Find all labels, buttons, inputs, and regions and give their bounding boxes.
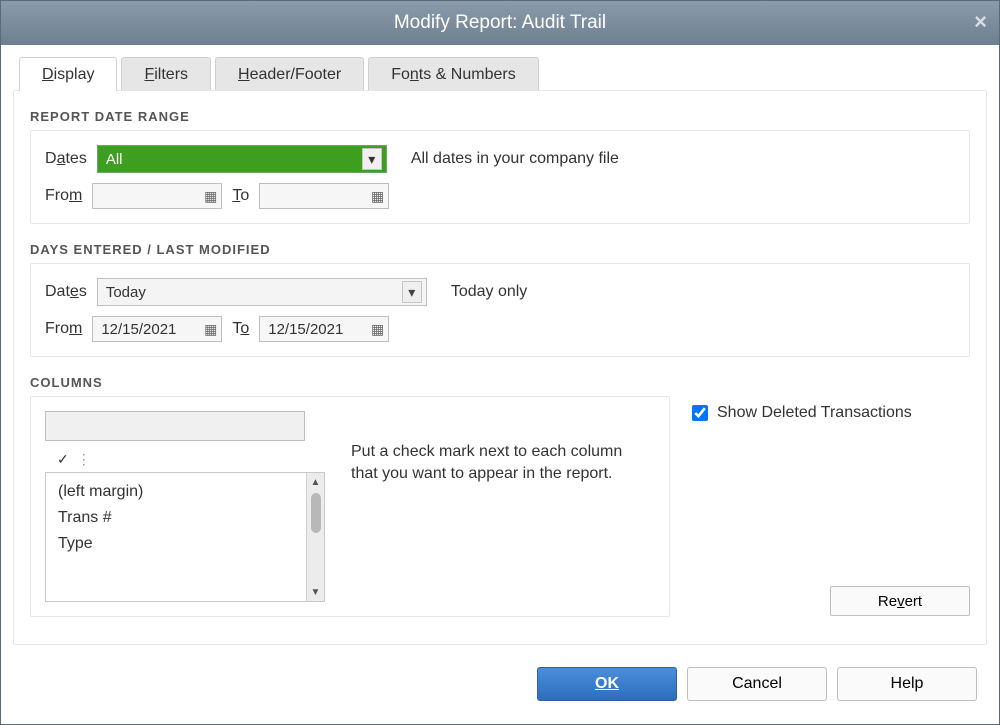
columns-check-header: ✓ ⋮ — [45, 451, 325, 468]
show-deleted-checkbox[interactable]: Show Deleted Transactions — [688, 402, 970, 424]
columns-label: COLUMNS — [30, 375, 970, 390]
dates-dropdown[interactable]: All ▾ — [97, 145, 387, 173]
report-date-range-label: REPORT DATE RANGE — [30, 109, 970, 124]
dates2-dropdown[interactable]: Today ▾ — [97, 278, 427, 306]
revert-button[interactable]: Revert — [830, 586, 970, 616]
cancel-button[interactable]: Cancel — [687, 667, 827, 701]
show-deleted-input[interactable] — [692, 405, 708, 421]
scrollbar[interactable]: ▲ ▼ — [306, 473, 324, 601]
to2-label: To — [232, 320, 249, 338]
list-item[interactable]: Type — [54, 531, 298, 557]
help-button[interactable]: Help — [837, 667, 977, 701]
right-column: Show Deleted Transactions Revert — [688, 396, 970, 616]
from2-date-input[interactable]: 12/15/2021 ▦ — [92, 316, 222, 342]
columns-group: ✓ ⋮ (left margin) Trans # Type — [30, 396, 670, 617]
report-date-range-group: Dates All ▾ All dates in your company fi… — [30, 130, 970, 224]
display-panel: REPORT DATE RANGE Dates All ▾ All dates … — [13, 90, 987, 645]
dates2-description: Today only — [451, 283, 528, 301]
tab-display[interactable]: Display — [19, 57, 117, 91]
chevron-down-icon: ▾ — [362, 148, 382, 170]
list-item[interactable]: Trans # — [54, 505, 298, 531]
client-area: Display Filters Header/Footer Fonts & Nu… — [1, 45, 999, 724]
columns-list-items: (left margin) Trans # Type — [46, 473, 306, 601]
to-date-input[interactable]: ▦ — [259, 183, 389, 209]
columns-hint: Put a check mark next to each column tha… — [351, 441, 651, 486]
show-deleted-label: Show Deleted Transactions — [717, 404, 912, 422]
from2-date-value: 12/15/2021 — [101, 321, 176, 338]
days-entered-group: Dates Today ▾ Today only From 12/15/2021… — [30, 263, 970, 357]
to2-date-value: 12/15/2021 — [268, 321, 343, 338]
tab-fonts-numbers[interactable]: Fonts & Numbers — [368, 57, 539, 91]
section-columns: COLUMNS ✓ ⋮ — [30, 375, 970, 617]
check-icon: ✓ — [57, 451, 69, 468]
days-entered-label: DAYS ENTERED / LAST MODIFIED — [30, 242, 970, 257]
from-label: From — [45, 187, 82, 205]
tab-header-footer[interactable]: Header/Footer — [215, 57, 364, 91]
tab-filters[interactable]: Filters — [121, 57, 211, 91]
calendar-icon[interactable]: ▦ — [371, 321, 384, 338]
section-report-date-range: REPORT DATE RANGE Dates All ▾ All dates … — [30, 109, 970, 224]
to-label: To — [232, 187, 249, 205]
ok-button[interactable]: OK — [537, 667, 677, 701]
to2-date-input[interactable]: 12/15/2021 ▦ — [259, 316, 389, 342]
chevron-down-icon: ▾ — [402, 281, 422, 303]
titlebar: Modify Report: Audit Trail × — [1, 1, 999, 45]
scroll-up-icon[interactable]: ▲ — [307, 473, 324, 491]
calendar-icon[interactable]: ▦ — [371, 188, 384, 205]
dates2-label: Dates — [45, 283, 87, 301]
window-title: Modify Report: Audit Trail — [394, 12, 606, 34]
list-item[interactable]: (left margin) — [54, 479, 298, 505]
scroll-thumb[interactable] — [311, 493, 321, 533]
dates-label: Dates — [45, 150, 87, 168]
scroll-down-icon[interactable]: ▼ — [307, 583, 324, 601]
columns-listbox[interactable]: (left margin) Trans # Type ▲ ▼ — [45, 472, 325, 602]
close-icon[interactable]: × — [974, 11, 987, 33]
tabs: Display Filters Header/Footer Fonts & Nu… — [19, 57, 987, 91]
calendar-icon[interactable]: ▦ — [204, 321, 217, 338]
dates-description: All dates in your company file — [411, 150, 619, 168]
from2-label: From — [45, 320, 82, 338]
modify-report-window: Modify Report: Audit Trail × Display Fil… — [0, 0, 1000, 725]
dots-icon: ⋮ — [77, 451, 92, 468]
dates2-dropdown-value: Today — [106, 284, 402, 301]
from-date-input[interactable]: ▦ — [92, 183, 222, 209]
dates-dropdown-value: All — [106, 151, 362, 168]
section-days-entered: DAYS ENTERED / LAST MODIFIED Dates Today… — [30, 242, 970, 357]
columns-filter-input[interactable] — [45, 411, 305, 441]
dialog-footer: OK Cancel Help — [13, 656, 987, 712]
calendar-icon[interactable]: ▦ — [204, 188, 217, 205]
